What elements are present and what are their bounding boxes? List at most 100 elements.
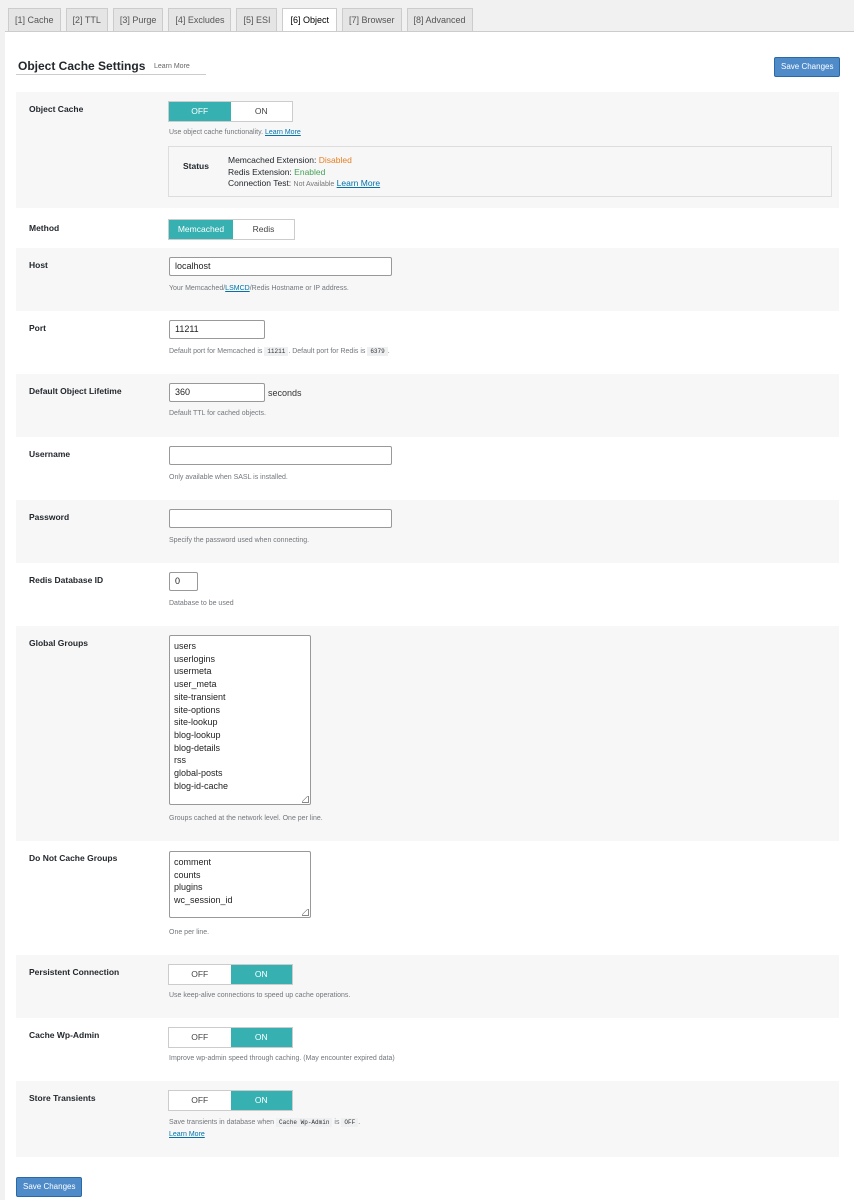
no-cache-groups-desc: One per line. [169, 929, 210, 936]
transients-desc: Save transients in database when Cache W… [169, 1118, 360, 1127]
object-cache-desc: Use object cache functionality. Learn Mo… [169, 129, 301, 136]
method-switch[interactable]: Memcached Redis [168, 219, 295, 240]
memcached-status-label: Memcached Extension: [228, 155, 317, 165]
row-transients: Store Transients [16, 1081, 839, 1157]
password-label: Password [29, 512, 70, 522]
port-desc: Default port for Memcached is 11211. Def… [169, 347, 390, 356]
persistent-toggle[interactable]: OFF ON [168, 964, 293, 985]
tab-object[interactable]: [6] Object [282, 8, 337, 32]
status-label: Status [183, 161, 209, 171]
persistent-label: Persistent Connection [29, 967, 120, 977]
no-cache-groups-line: wc_session_id [174, 895, 233, 906]
tab-ttl[interactable]: [2] TTL [65, 8, 108, 31]
row-global-groups: Global Groups [16, 626, 839, 841]
persistent-desc: Use keep-alive connections to speed up c… [169, 992, 351, 999]
resize-grip-icon[interactable] [302, 796, 309, 803]
connection-test-value: Not Available [293, 181, 335, 188]
global-groups-line: rss [174, 755, 186, 766]
persistent-off-option[interactable]: OFF [169, 965, 231, 984]
redis-db-label: Redis Database ID [29, 575, 104, 585]
object-cache-learn-more-link[interactable]: Learn More [265, 129, 301, 136]
transients-learn-more-link[interactable]: Learn More [169, 1131, 205, 1138]
global-groups-line: site-options [174, 704, 221, 715]
transients-desc-c: . [358, 1119, 361, 1126]
off-code: OFF [341, 1118, 359, 1127]
tab-purge[interactable]: [3] Purge [112, 8, 164, 31]
row-persistent: Persistent Connection [16, 955, 839, 1018]
lifetime-desc: Default TTL for cached objects. [169, 410, 266, 417]
no-cache-groups-textarea[interactable]: comment counts plugins wc_session_id [169, 851, 311, 918]
cache-wp-admin-code: Cache Wp-Admin [276, 1118, 333, 1127]
host-desc: Your Memcached/LSMCD/Redis Hostname or I… [169, 285, 349, 292]
tab-advanced[interactable]: [8] Advanced [406, 8, 473, 31]
row-port: Port [16, 311, 839, 374]
host-input[interactable]: localhost [169, 257, 392, 276]
status-box: Status Memcached Extension: Disabled Red… [168, 146, 832, 197]
lifetime-label: Default Object Lifetime [29, 386, 122, 396]
row-password: Password [16, 500, 839, 563]
no-cache-groups-line: comment [174, 857, 212, 867]
memcached-status-value: Disabled [318, 155, 352, 165]
global-groups-line: blog-details [174, 742, 221, 753]
transients-on-option[interactable]: ON [230, 1091, 292, 1110]
redis-status: Redis Extension: Enabled [228, 167, 380, 179]
resize-grip-icon[interactable] [302, 909, 309, 916]
object-cache-on-option[interactable]: ON [231, 102, 293, 121]
tab-cache[interactable]: [1] Cache [8, 8, 61, 31]
lifetime-input[interactable]: 360 [169, 383, 265, 402]
row-redis-db: Redis Database ID [16, 563, 839, 626]
lsmcd-link[interactable]: LSMCD [225, 285, 250, 292]
redis-db-desc: Database to be used [169, 600, 234, 607]
global-groups-desc: Groups cached at the network level. One … [169, 815, 323, 822]
global-groups-textarea[interactable]: users userlogins usermeta user_meta site… [169, 635, 311, 805]
memcached-port-code: 11211 [264, 347, 289, 356]
cache-admin-on-option[interactable]: ON [230, 1028, 292, 1047]
username-desc: Only available when SASL is installed. [169, 474, 288, 481]
transients-toggle[interactable]: OFF ON [168, 1090, 293, 1111]
status-lines: Memcached Extension: Disabled Redis Exte… [228, 155, 380, 191]
page-title: Object Cache Settings [18, 59, 146, 73]
redis-db-input[interactable]: 0 [169, 572, 198, 591]
object-cache-label: Object Cache [29, 104, 84, 114]
tab-browser[interactable]: [7] Browser [342, 8, 402, 31]
redis-port-code: 6379 [367, 347, 388, 356]
save-button-top[interactable]: Save Changes [774, 57, 841, 77]
connection-learn-more-link[interactable]: Learn More [337, 178, 380, 188]
no-cache-groups-label: Do Not Cache Groups [29, 853, 118, 863]
object-cache-off-option[interactable]: OFF [169, 102, 231, 121]
redis-status-label: Redis Extension: [228, 166, 292, 177]
save-button-bottom[interactable]: Save Changes [16, 1177, 83, 1197]
tab-esi[interactable]: [5] ESI [236, 8, 278, 31]
transients-off-option[interactable]: OFF [169, 1091, 231, 1110]
cache-admin-off-option[interactable]: OFF [169, 1028, 231, 1047]
username-input[interactable] [169, 446, 392, 465]
tab-bar: [1] Cache [2] TTL [3] Purge [4] Excludes… [8, 8, 478, 32]
row-username: Username [16, 437, 839, 500]
connection-test-status: Connection Test: Not Available Learn Mor… [228, 178, 380, 191]
password-input[interactable] [169, 509, 392, 528]
global-groups-label: Global Groups [29, 638, 89, 648]
port-input[interactable]: 11211 [169, 320, 265, 339]
header-underline [16, 74, 206, 75]
header-learn-more-link[interactable]: Learn More [154, 63, 190, 70]
username-label: Username [29, 449, 71, 459]
port-desc-b: . Default port for Redis is [288, 348, 366, 355]
transients-learn-more: Learn More [169, 1131, 205, 1138]
object-cache-toggle[interactable]: OFF ON [168, 101, 293, 122]
no-cache-groups-line: plugins [174, 882, 203, 893]
host-desc-pre: Your Memcached/ [169, 285, 226, 292]
global-groups-line: user_meta [174, 679, 217, 690]
tab-excludes[interactable]: [4] Excludes [168, 8, 232, 31]
row-cache-admin: Cache Wp-Admin [16, 1018, 839, 1081]
global-groups-line: users [174, 641, 197, 651]
host-desc-post: /Redis Hostname or IP address. [249, 285, 349, 292]
cache-admin-label: Cache Wp-Admin [29, 1030, 100, 1040]
row-method: Method [16, 208, 839, 248]
global-groups-line: global-posts [174, 768, 223, 779]
persistent-on-option[interactable]: ON [230, 965, 292, 984]
transients-desc-a: Save transients in database when [169, 1119, 275, 1126]
global-groups-line: blog-lookup [174, 729, 221, 740]
method-memcached-option[interactable]: Memcached [169, 220, 233, 239]
method-redis-option[interactable]: Redis [233, 220, 294, 239]
cache-admin-toggle[interactable]: OFF ON [168, 1027, 293, 1048]
